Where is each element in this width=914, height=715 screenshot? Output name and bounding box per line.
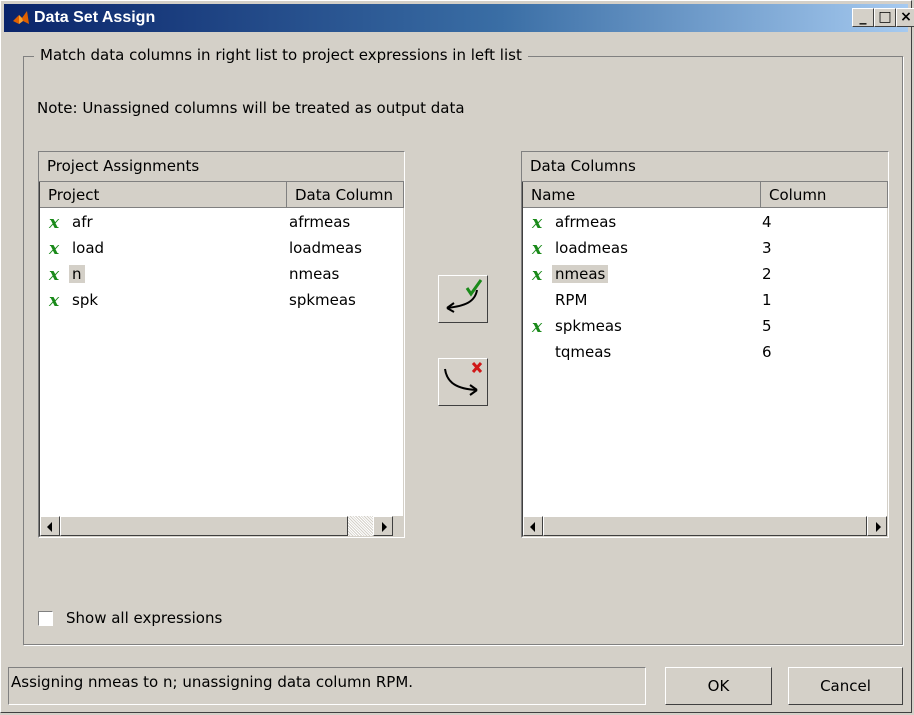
horizontal-scrollbar[interactable] — [523, 516, 887, 536]
assigned-mark-icon: x — [532, 239, 543, 259]
assigned-mark-icon: x — [532, 265, 543, 285]
window-title: Data Set Assign — [34, 9, 156, 26]
assigned-mark-icon: x — [532, 317, 543, 337]
data-column-value: spkmeas — [289, 291, 356, 309]
project-name: load — [72, 239, 105, 257]
assigned-mark-icon: x — [49, 291, 60, 311]
panel-title: Project Assignments — [39, 152, 404, 182]
project-column-header[interactable]: Project — [40, 182, 287, 208]
column-number: 3 — [762, 239, 772, 257]
cancel-button[interactable]: Cancel — [788, 667, 903, 705]
data-column-value: loadmeas — [289, 239, 362, 257]
scroll-left-button[interactable] — [523, 516, 543, 536]
list-item[interactable]: tqmeas 6 — [522, 340, 888, 366]
arrow-left-icon — [530, 522, 535, 532]
project-name: n — [69, 265, 85, 283]
data-columns-panel: Data Columns Name Column x afrmeas 4 x l… — [521, 151, 889, 538]
arrow-right-icon — [876, 522, 881, 532]
assign-button[interactable] — [438, 275, 488, 323]
column-name: nmeas — [552, 265, 609, 283]
assigned-mark-icon: x — [49, 213, 60, 233]
arrow-right-icon — [382, 522, 387, 532]
column-number: 2 — [762, 265, 772, 283]
assigned-mark-icon: x — [532, 213, 543, 233]
data-columns-list: x afrmeas 4 x loadmeas 3 x nmeas 2 RPM 1… — [522, 210, 888, 366]
list-item[interactable]: x spkmeas 5 — [522, 314, 888, 340]
column-name: spkmeas — [555, 317, 622, 335]
group-legend: Match data columns in right list to proj… — [34, 46, 528, 64]
column-number: 6 — [762, 343, 772, 361]
column-name: loadmeas — [555, 239, 628, 257]
list-item[interactable]: RPM 1 — [522, 288, 888, 314]
project-name: spk — [72, 291, 99, 309]
assigned-mark-icon: x — [49, 265, 60, 285]
assign-arrow-icon — [446, 279, 483, 313]
ok-button[interactable]: OK — [665, 667, 772, 705]
scroll-right-button[interactable] — [867, 516, 887, 536]
list-item[interactable]: x load loadmeas — [39, 236, 404, 262]
name-column-header[interactable]: Name — [523, 182, 761, 208]
dialog-window: Data Set Assign _ □ × Match data columns… — [0, 0, 914, 713]
assigned-mark-icon: x — [49, 239, 60, 259]
unassign-arrow-icon — [444, 362, 483, 396]
status-bar: Assigning nmeas to n; unassigning data c… — [8, 667, 646, 705]
column-number: 4 — [762, 213, 772, 231]
list-item[interactable]: x afrmeas 4 — [522, 210, 888, 236]
close-button[interactable]: × — [896, 8, 914, 27]
arrow-left-icon — [47, 522, 52, 532]
column-name: RPM — [555, 291, 588, 309]
matlab-logo-icon — [13, 11, 29, 24]
list-item[interactable]: x nmeas 2 — [522, 262, 888, 288]
project-list: x afr afrmeas x load loadmeas x n nmeas … — [39, 210, 404, 314]
show-all-label[interactable]: Show all expressions — [66, 609, 222, 627]
project-name: afr — [72, 213, 93, 231]
horizontal-scrollbar[interactable] — [40, 516, 403, 536]
column-number: 1 — [762, 291, 772, 309]
scroll-track[interactable] — [348, 516, 373, 536]
panel-title: Data Columns — [522, 152, 888, 182]
note-text: Note: Unassigned columns will be treated… — [37, 99, 465, 117]
title-bar[interactable]: Data Set Assign _ □ × — [4, 4, 914, 32]
data-column-value: afrmeas — [289, 213, 351, 231]
scroll-right-button[interactable] — [373, 516, 393, 536]
scroll-thumb[interactable] — [543, 516, 867, 536]
column-number: 5 — [762, 317, 772, 335]
scroll-thumb[interactable] — [60, 516, 348, 536]
list-item[interactable]: x n nmeas — [39, 262, 404, 288]
list-item[interactable]: x loadmeas 3 — [522, 236, 888, 262]
scroll-left-button[interactable] — [40, 516, 60, 536]
column-name: tqmeas — [555, 343, 612, 361]
column-name: afrmeas — [555, 213, 617, 231]
list-item[interactable]: x spk spkmeas — [39, 288, 404, 314]
column-number-header[interactable]: Column — [761, 182, 888, 208]
maximize-button[interactable]: □ — [874, 8, 896, 27]
show-all-checkbox[interactable] — [38, 611, 53, 626]
project-assignments-panel: Project Assignments Project Data Column … — [38, 151, 405, 538]
data-column-value: nmeas — [289, 265, 340, 283]
data-column-header[interactable]: Data Column — [287, 182, 404, 208]
minimize-button[interactable]: _ — [852, 8, 874, 27]
unassign-button[interactable] — [438, 358, 488, 406]
list-item[interactable]: x afr afrmeas — [39, 210, 404, 236]
